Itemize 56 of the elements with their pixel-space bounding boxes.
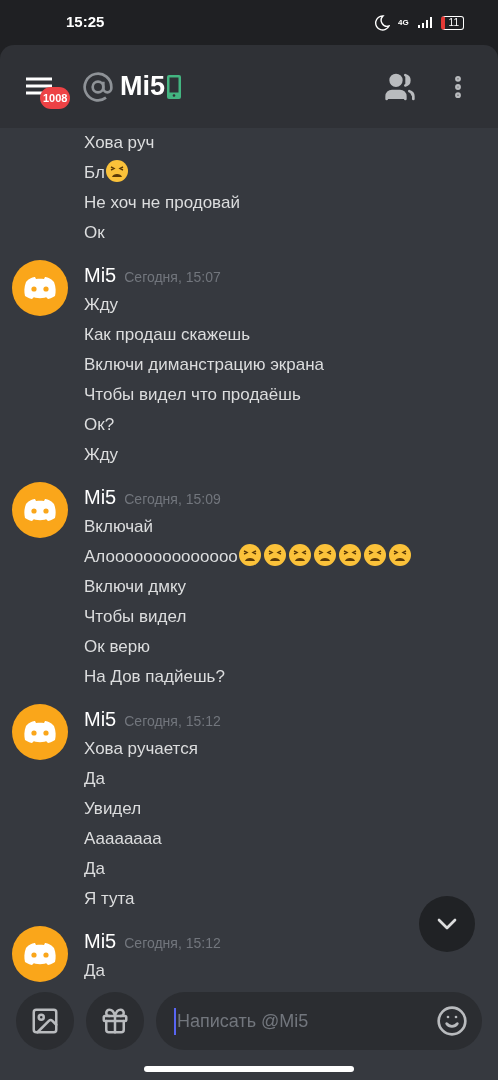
message-text: Да [84,769,105,788]
weary-face-icon [288,543,313,567]
message-text: Ааааaааа [84,829,162,848]
weary-face-icon [105,159,130,183]
message-text: Ок [84,223,105,242]
message-text: Чтобы видел [84,607,187,626]
message-text: Хова ручается [84,739,198,758]
message-text: Жду [84,295,119,314]
author-name[interactable]: Mi5 [84,482,117,512]
message-input[interactable]: Написать @Mi5 [174,1007,436,1035]
network-label: 4G [397,16,409,29]
weary-face-icon [388,543,413,567]
message-text: Я тута [84,889,135,908]
message-text: Включи дмку [84,577,187,596]
author-name[interactable]: Mi5 [84,260,117,290]
message-text: Да [84,859,105,878]
avatar-icon[interactable] [12,704,68,760]
message-text: Ок? [84,415,115,434]
message-input-field[interactable]: Написать @Mi5 [156,992,482,1050]
channel-name: Mi5 [120,70,165,104]
weary-face-icon [313,543,338,567]
weary-face-icon [363,543,388,567]
message-text: Хова руч [84,133,155,152]
unread-badge: 1008 [40,86,71,109]
avatar-icon[interactable] [12,926,68,982]
message-text: Жду [84,445,119,464]
at-sign-icon [82,70,114,103]
message-timestamp: Сегодня, 15:07 [124,268,221,287]
message-text: Как продаш скажешь [84,325,251,344]
message-text: Не хоч не продовай [84,193,240,212]
image-icon [30,1006,60,1036]
message-text: Ок верю [84,637,150,656]
message-timestamp: Сегодня, 15:12 [124,934,221,953]
weary-face-icon [338,543,363,567]
message-text: На Дов падйешь? [84,667,225,686]
avatar-icon[interactable] [12,260,68,316]
author-name[interactable]: Mi5 [84,704,117,734]
moon-icon [373,14,390,31]
author-name[interactable]: Mi5 [84,926,117,956]
message-text: Включи диманстрацию экрана [84,355,325,374]
message-text: Бл [84,163,105,182]
weary-face-icon [263,543,288,567]
message-text: Включай [84,517,154,536]
emoji-icon[interactable] [436,1005,468,1037]
weary-face-icon [238,543,263,567]
avatar-icon[interactable] [12,482,68,538]
message-text: Да [84,961,105,980]
gift-icon [100,1006,130,1036]
signal-icon [416,16,433,29]
message-timestamp: Сегодня, 15:09 [124,490,221,509]
message-text: Увидел [84,799,142,818]
battery-icon: 11 [440,15,464,30]
message-timestamp: Сегодня, 15:12 [124,712,221,731]
status-time: 15:25 [66,12,105,33]
message-text: Алоооооооооооооо [84,547,238,566]
message-text: Чтобы видел что продаёшь [84,385,301,404]
